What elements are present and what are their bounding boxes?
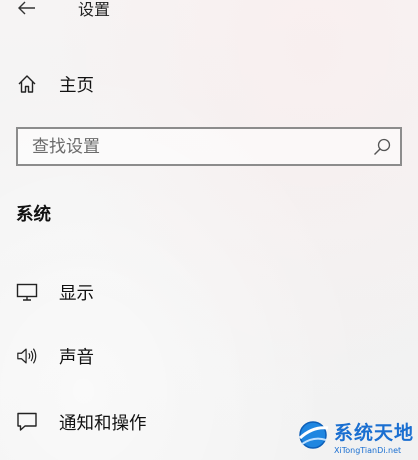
nav-label-home: 主页 [59, 75, 94, 96]
search-icon[interactable] [372, 137, 392, 157]
search-input[interactable] [18, 129, 372, 164]
nav-label-sound: 声音 [59, 347, 94, 368]
watermark: 系统天地 XiTongTianDi.net [296, 416, 418, 460]
monitor-icon [16, 281, 38, 303]
nav-item-display[interactable]: 显示 [0, 272, 418, 312]
watermark-text: 系统天地 [334, 422, 415, 444]
nav-label-display: 显示 [59, 283, 94, 304]
globe-logo-icon [298, 421, 329, 449]
nav-item-sound[interactable]: 声音 [0, 336, 418, 376]
speaker-icon [16, 345, 38, 367]
watermark-subtext: XiTongTianDi.net [334, 446, 402, 455]
back-arrow-icon [18, 1, 35, 15]
title-bar: 设置 [0, 0, 418, 24]
search-box[interactable] [16, 127, 402, 166]
window-title: 设置 [78, 0, 111, 19]
nav-item-home[interactable]: 主页 [0, 64, 418, 104]
back-button[interactable] [12, 0, 42, 22]
notification-icon [16, 411, 38, 433]
nav-label-notifications: 通知和操作 [59, 413, 147, 434]
home-icon [16, 73, 38, 95]
section-title-system: 系统 [16, 205, 51, 225]
